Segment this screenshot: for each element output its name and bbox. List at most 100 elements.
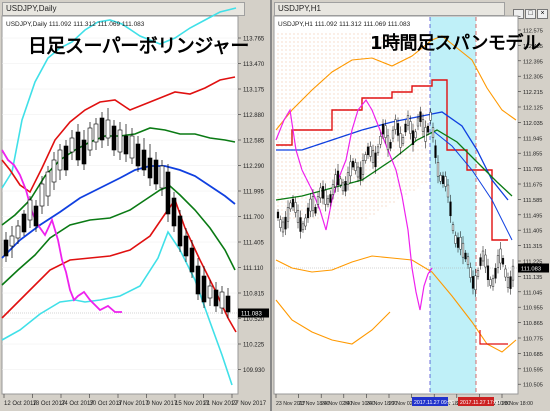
span-dot [285, 181, 287, 183]
span-dot [401, 81, 403, 83]
span-dot [361, 181, 363, 183]
span-dot [385, 173, 387, 175]
span-dot [401, 153, 403, 155]
span-dot [369, 65, 371, 67]
span-dot [285, 185, 287, 187]
candle-body [195, 265, 201, 295]
span-dot [281, 109, 283, 111]
span-dot [317, 133, 319, 135]
daily-bollinger-chart[interactable]: 113.765113.470113.175112.880112.585112.2… [0, 0, 270, 411]
span-dot [329, 105, 331, 107]
span-dot [397, 81, 399, 83]
span-dot [361, 193, 363, 195]
span-dot [361, 197, 363, 199]
span-dot [305, 185, 307, 187]
span-dot [277, 137, 279, 139]
span-dot [405, 193, 407, 195]
span-dot [373, 73, 375, 75]
span-dot [361, 117, 363, 119]
candle-body [359, 167, 362, 180]
span-dot [353, 133, 355, 135]
span-dot [393, 109, 395, 111]
span-dot [337, 93, 339, 95]
span-dot [409, 173, 411, 175]
span-dot [293, 89, 295, 91]
span-dot [293, 93, 295, 95]
span-dot [345, 45, 347, 47]
span-dot [337, 141, 339, 143]
span-dot [389, 169, 391, 171]
span-dot [345, 97, 347, 99]
span-dot [313, 33, 315, 35]
y-tick-label: 112.125 [523, 106, 543, 112]
candle-body [496, 255, 500, 268]
span-dot [413, 149, 415, 151]
span-dot [413, 61, 415, 63]
span-dot [417, 69, 419, 71]
span-dot [349, 105, 351, 107]
span-dot [317, 141, 319, 143]
span-dot [297, 41, 299, 43]
span-dot [289, 181, 291, 183]
span-dot [313, 69, 315, 71]
span-dot [417, 57, 419, 59]
span-dot [341, 181, 343, 183]
span-dot [401, 57, 403, 59]
span-dot [325, 137, 327, 139]
span-dot [297, 161, 299, 163]
span-dot [401, 85, 403, 87]
h1-chart-window[interactable]: USDJPY,H1 _ □ × 112.575 112.485 112.395 112.3… [272, 0, 550, 411]
daily-chart-window[interactable]: USDJPY,Daily 113.765 113.470 113.175 112.88… [0, 0, 270, 411]
span-dot [357, 37, 359, 39]
span-dot [285, 173, 287, 175]
span-dot [313, 81, 315, 83]
span-dot [357, 81, 359, 83]
span-dot [401, 161, 403, 163]
candle-body [299, 217, 302, 232]
span-dot [313, 157, 315, 159]
candle-body [27, 199, 33, 221]
span-dot [353, 93, 355, 95]
span-dot [337, 49, 339, 51]
span-dot [345, 61, 347, 63]
span-dot [393, 85, 395, 87]
span-dot [401, 177, 403, 179]
span-dot [301, 121, 303, 123]
h1-span-model-chart[interactable]: 112.575112.485112.395112.305112.215112.1… [272, 0, 550, 411]
span-dot [329, 89, 331, 91]
span-dot [421, 173, 423, 175]
span-dot [333, 61, 335, 63]
span-dot [365, 33, 367, 35]
span-dot [385, 93, 387, 95]
span-dot [349, 57, 351, 59]
span-dot [373, 65, 375, 67]
span-dot [305, 173, 307, 175]
span-dot [401, 189, 403, 191]
span-dot [421, 89, 423, 91]
span-dot [389, 57, 391, 59]
span-dot [413, 109, 415, 111]
span-dot [345, 197, 347, 199]
span-dot [365, 141, 367, 143]
span-dot [345, 153, 347, 155]
span-dot [373, 117, 375, 119]
span-dot [349, 149, 351, 151]
span-dot [385, 69, 387, 71]
span-dot [361, 153, 363, 155]
span-dot [281, 197, 283, 199]
candle-body [399, 133, 402, 148]
span-dot [357, 201, 359, 203]
candle-body [117, 129, 123, 153]
span-dot [305, 209, 307, 211]
span-dot [313, 89, 315, 91]
span-dot [421, 77, 423, 79]
span-dot [369, 181, 371, 183]
span-dot [361, 189, 363, 191]
span-dot [353, 153, 355, 155]
span-dot [361, 121, 363, 123]
span-dot [289, 121, 291, 123]
span-dot [321, 125, 323, 127]
span-dot [397, 101, 399, 103]
span-dot [301, 113, 303, 115]
span-dot [413, 69, 415, 71]
